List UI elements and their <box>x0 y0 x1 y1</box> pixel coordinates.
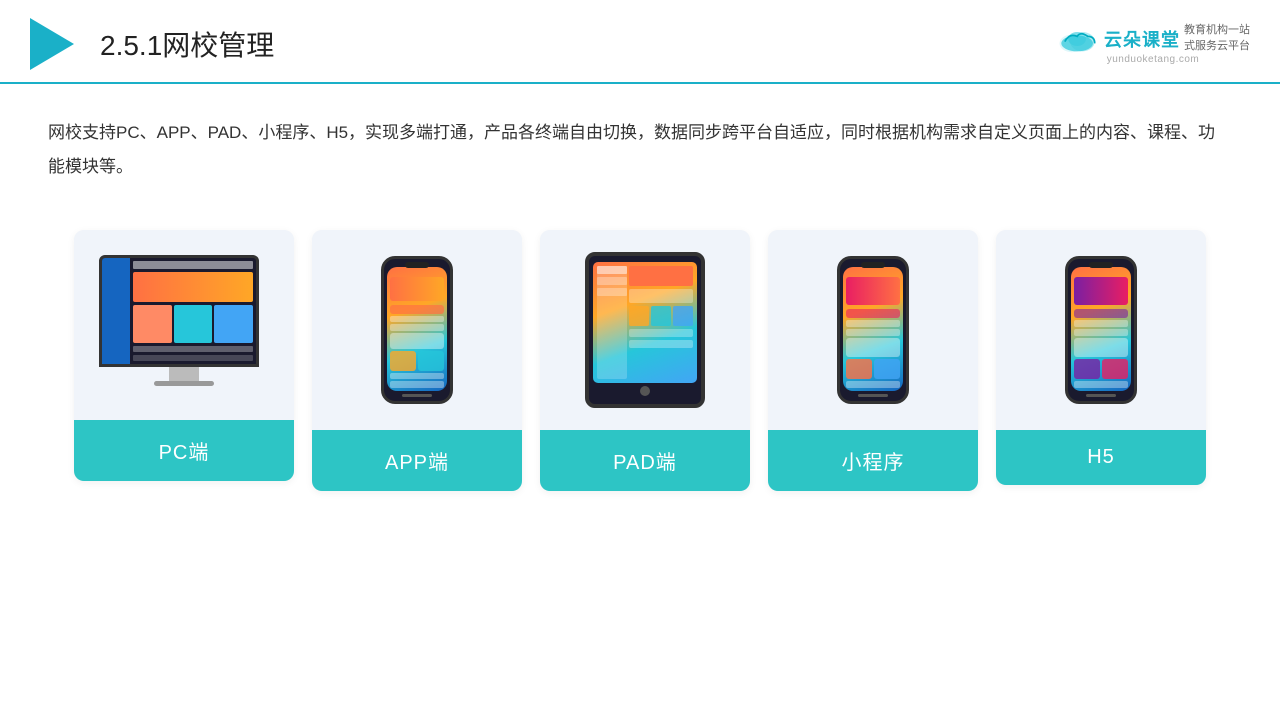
play-icon <box>30 18 74 70</box>
phone-screen <box>387 267 447 391</box>
description-text: 网校支持PC、APP、PAD、小程序、H5，实现多端打通，产品各终端自由切换，数… <box>0 84 1280 200</box>
phone-screen-2 <box>843 267 903 391</box>
card-app-image <box>312 230 522 430</box>
phone-home-bar-3 <box>1086 394 1116 397</box>
tablet-screen <box>593 262 697 383</box>
card-h5-label: H5 <box>996 430 1206 485</box>
phone-h5-icon <box>1065 256 1137 404</box>
phone-app-icon <box>381 256 453 404</box>
tablet-home-button <box>640 386 650 396</box>
page-title: 2.5.1网校管理 <box>100 24 274 64</box>
card-pc: PC端 <box>74 230 294 481</box>
pc-monitor-icon <box>99 255 269 395</box>
logo-icon-row: 云朵课堂 教育机构一站 式服务云平台 <box>1056 23 1250 54</box>
cloud-logo-icon <box>1056 24 1100 54</box>
card-pc-label: PC端 <box>74 420 294 481</box>
card-pc-image <box>74 230 294 420</box>
card-pad-label: PAD端 <box>540 430 750 491</box>
header-left: 2.5.1网校管理 <box>30 18 274 70</box>
logo-area: 云朵课堂 教育机构一站 式服务云平台 yunduoketang.com <box>1056 23 1250 65</box>
card-app: APP端 <box>312 230 522 491</box>
phone-home-bar-2 <box>858 394 888 397</box>
card-h5-image <box>996 230 1206 430</box>
logo-tagline: 教育机构一站 式服务云平台 <box>1184 23 1250 54</box>
logo-url: yunduoketang.com <box>1107 54 1200 65</box>
header: 2.5.1网校管理 云朵课堂 教育机构一站 式服务云平台 yunduoketan… <box>0 0 1280 84</box>
card-pad-image <box>540 230 750 430</box>
card-miniapp-image <box>768 230 978 430</box>
tablet-pad-icon <box>585 252 705 408</box>
phone-screen-3 <box>1071 267 1131 391</box>
phone-home-bar <box>402 394 432 397</box>
card-miniapp-label: 小程序 <box>768 430 978 491</box>
phone-notch-2 <box>861 262 885 268</box>
cards-container: PC端 <box>0 210 1280 511</box>
phone-notch-3 <box>1089 262 1113 268</box>
logo-text: 云朵课堂 <box>1104 26 1180 52</box>
phone-miniapp-icon <box>837 256 909 404</box>
phone-notch <box>405 262 429 268</box>
card-app-label: APP端 <box>312 430 522 491</box>
card-miniapp: 小程序 <box>768 230 978 491</box>
card-h5: H5 <box>996 230 1206 485</box>
card-pad: PAD端 <box>540 230 750 491</box>
